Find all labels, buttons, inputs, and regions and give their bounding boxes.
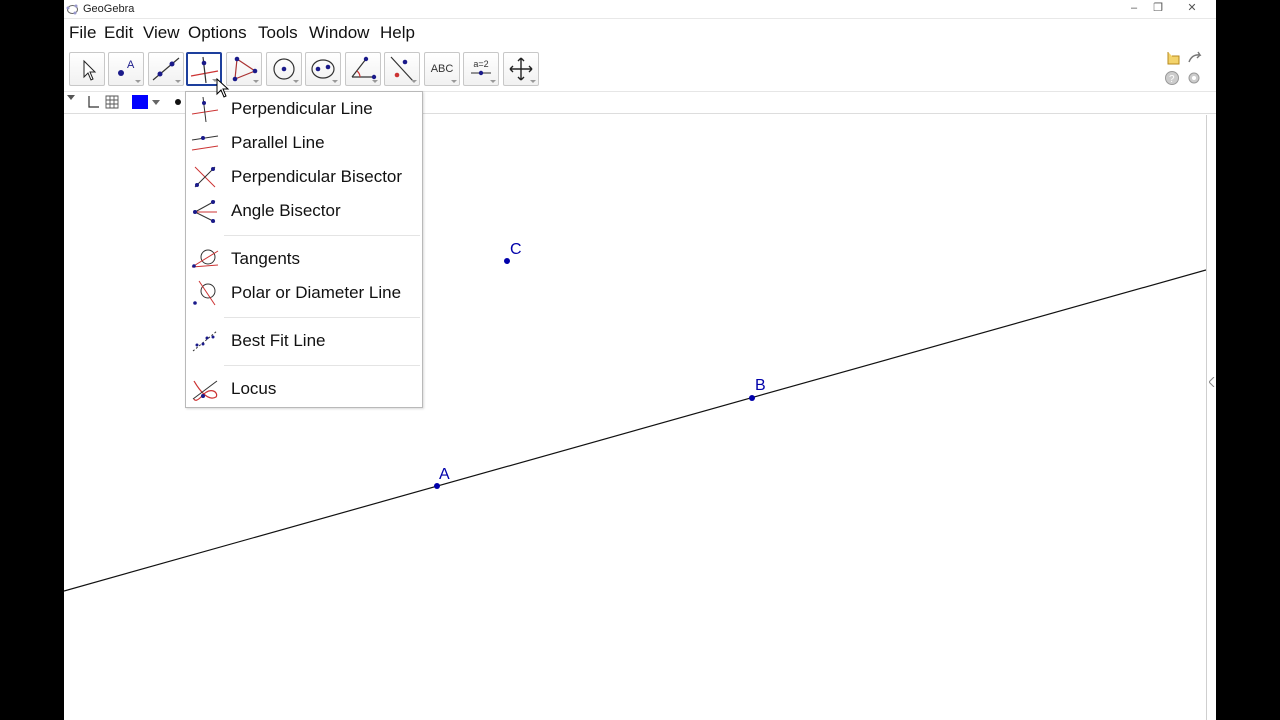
menu-item-locus[interactable]: Locus <box>186 372 422 406</box>
menu-edit[interactable]: Edit <box>104 23 133 43</box>
tangents-icon <box>191 249 219 268</box>
angle-bisector-icon <box>193 200 217 223</box>
mouse-cursor-icon <box>216 78 230 98</box>
point-b[interactable] <box>749 395 755 401</box>
menu-view[interactable]: View <box>143 23 180 43</box>
perpendicular-bisector-icon <box>194 166 216 188</box>
menu-separator <box>224 365 420 366</box>
menu-item-angle-bisector[interactable]: Angle Bisector <box>186 194 422 228</box>
menu-item-perpendicular-bisector[interactable]: Perpendicular Bisector <box>186 160 422 194</box>
panel-collapse-icon[interactable] <box>1209 377 1215 387</box>
point-c-label: C <box>510 241 522 258</box>
tool-dropdown-menu: Perpendicular Line Parallel Line Perpend… <box>185 91 423 408</box>
close-button[interactable]: ✕ <box>1180 1 1204 16</box>
menu-tools[interactable]: Tools <box>258 23 298 43</box>
text-tool-label: ABC <box>430 63 454 75</box>
stylebar-toggle-icon[interactable] <box>67 95 75 101</box>
menu-item-label: Angle Bisector <box>231 201 341 220</box>
move-tool-button[interactable] <box>69 52 105 86</box>
point-b-label: B <box>755 377 766 394</box>
title-bar: GeoGebra – ❐ ✕ <box>64 0 1216 19</box>
menu-item-parallel-line[interactable]: Parallel Line <box>186 126 422 160</box>
point-a-label: A <box>439 466 450 483</box>
ellipse-tool-button[interactable] <box>305 52 341 86</box>
minimize-button[interactable]: – <box>1122 1 1146 16</box>
geogebra-window: GeoGebra – ❐ ✕ File Edit View Options To… <box>64 0 1216 720</box>
point-style-icon[interactable] <box>174 98 182 106</box>
menu-item-label: Parallel Line <box>231 133 325 152</box>
menu-item-label: Perpendicular Bisector <box>231 167 403 186</box>
toolbar: A ABC a=2 ? <box>64 46 1216 92</box>
circle-tool-button[interactable] <box>266 52 302 86</box>
settings-icon[interactable] <box>1186 70 1202 86</box>
grid-toggle-icon[interactable] <box>104 94 120 110</box>
polar-line-icon <box>193 280 216 306</box>
menu-item-label: Polar or Diameter Line <box>231 283 402 302</box>
text-tool-button[interactable]: ABC <box>424 52 460 86</box>
axes-toggle-icon[interactable] <box>84 94 100 110</box>
point-tool-button[interactable]: A <box>108 52 144 86</box>
menu-item-label: Best Fit Line <box>231 331 326 350</box>
move-graphics-tool-button[interactable] <box>503 52 539 86</box>
redo-icon[interactable] <box>1186 50 1204 66</box>
menu-item-tangents[interactable]: Tangents <box>186 242 422 276</box>
line-tool-button[interactable] <box>148 52 184 86</box>
perpendicular-line-icon <box>191 96 219 123</box>
menu-item-label: Locus <box>231 379 277 398</box>
locus-icon <box>192 380 218 401</box>
help-icon[interactable]: ? <box>1164 70 1180 86</box>
right-panel-edge <box>1206 115 1216 720</box>
maximize-button[interactable]: ❐ <box>1146 1 1170 16</box>
reflect-tool-button[interactable] <box>384 52 420 86</box>
menu-separator <box>224 235 420 236</box>
menu-window[interactable]: Window <box>309 23 369 43</box>
svg-text:?: ? <box>1169 74 1175 85</box>
angle-tool-button[interactable] <box>345 52 381 86</box>
color-dropdown-icon[interactable] <box>152 100 160 106</box>
menu-help[interactable]: Help <box>380 23 415 43</box>
menu-options[interactable]: Options <box>188 23 247 43</box>
menu-file[interactable]: File <box>69 23 96 43</box>
slider-tool-button[interactable]: a=2 <box>463 52 499 86</box>
parallel-line-icon <box>191 135 219 151</box>
cursor-arrow-icon <box>83 59 97 81</box>
menu-item-best-fit-line[interactable]: Best Fit Line <box>186 324 422 358</box>
menu-separator <box>224 317 420 318</box>
menu-item-label: Perpendicular Line <box>231 99 373 118</box>
window-title: GeoGebra <box>83 3 135 15</box>
menu-bar: File Edit View Options Tools Window Help <box>64 19 1216 46</box>
color-swatch[interactable] <box>132 95 148 109</box>
polygon-tool-button[interactable] <box>226 52 262 86</box>
menu-item-label: Tangents <box>231 249 300 268</box>
svg-text:A: A <box>127 59 135 71</box>
geogebra-logo-icon <box>66 4 78 15</box>
menu-item-polar-line[interactable]: Polar or Diameter Line <box>186 276 422 310</box>
best-fit-line-icon <box>192 330 218 352</box>
undo-icon[interactable] <box>1164 50 1182 66</box>
